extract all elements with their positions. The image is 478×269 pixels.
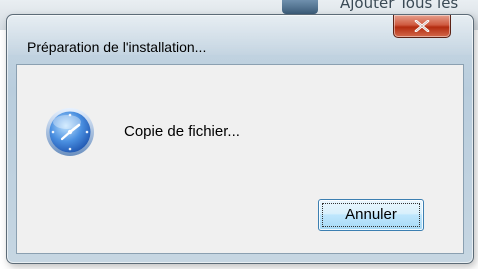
status-text: Copie de fichier... [124,123,240,140]
cancel-button-label: Annuler [345,206,397,223]
dialog-title: Préparation de l'installation... [27,39,207,55]
close-icon [414,20,430,32]
installation-dialog: Préparation de l'installation... Copie d… [6,14,474,264]
clock-icon [46,108,94,156]
background-window-title: Ajouter Tous les [340,0,459,12]
close-button[interactable] [393,15,451,38]
dialog-content: Copie de fichier... Annuler [16,64,464,254]
background-window-icon [282,0,318,14]
cancel-button[interactable]: Annuler [318,199,424,231]
